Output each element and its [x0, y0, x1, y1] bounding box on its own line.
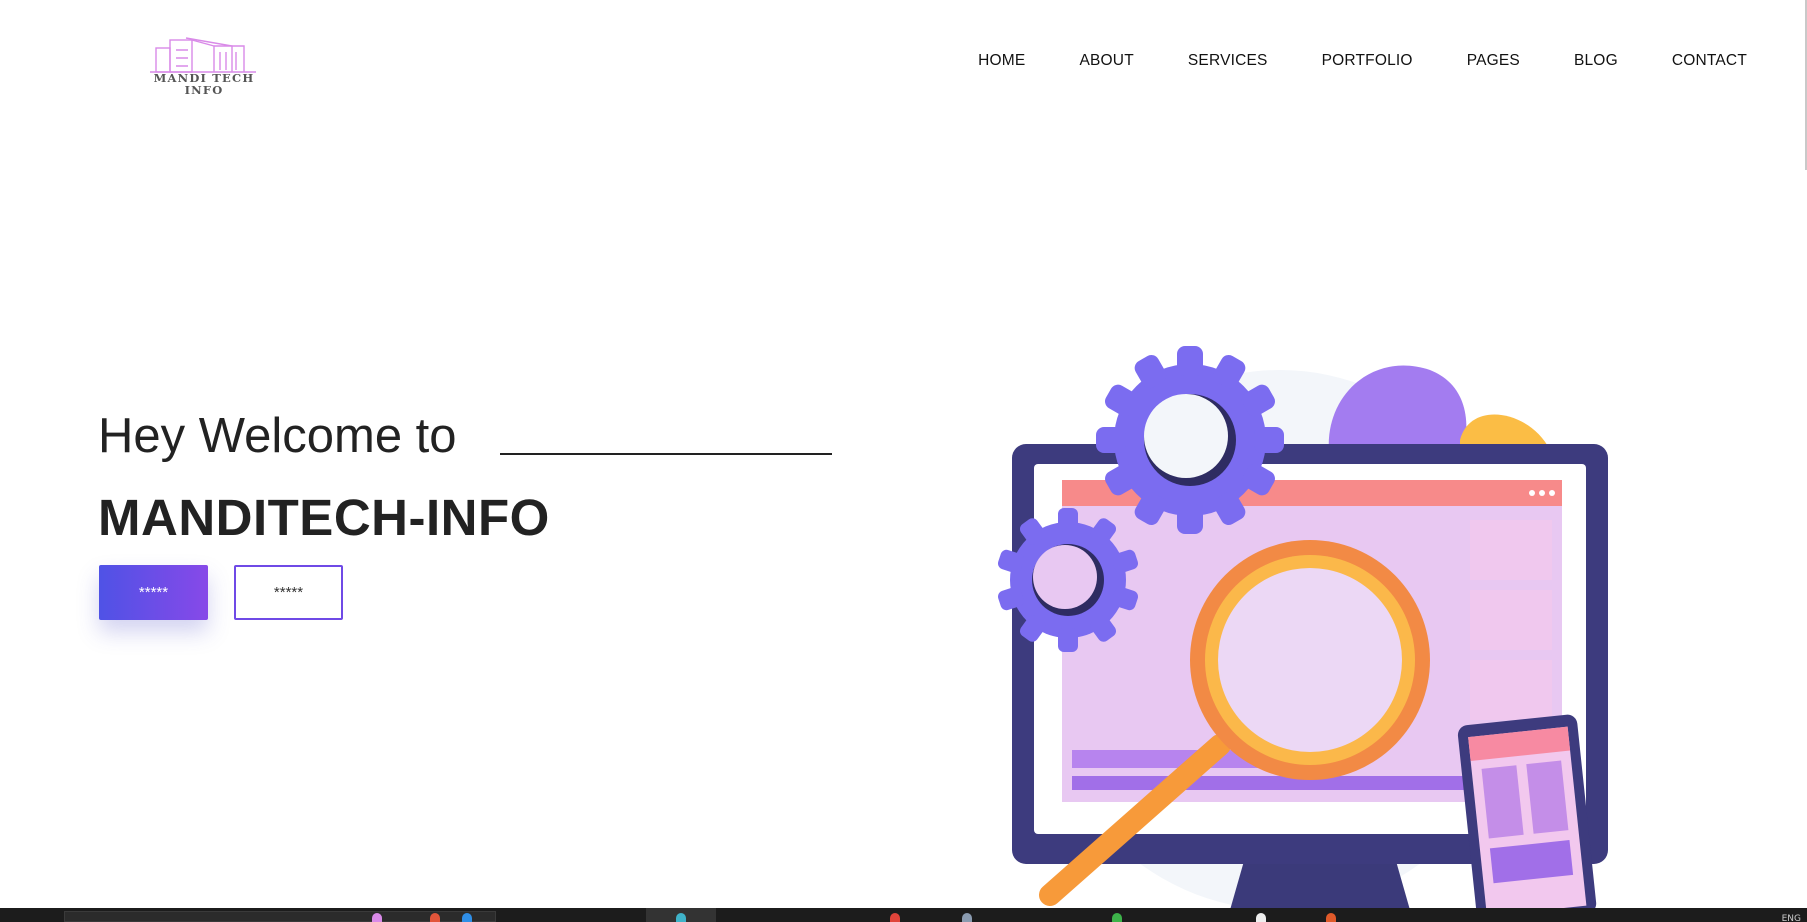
taskbar-app-icon[interactable]	[962, 913, 972, 922]
os-taskbar: ENG	[0, 908, 1807, 922]
seo-analysis-illustration	[990, 340, 1620, 922]
hero-heading-line1: Hey Welcome to	[98, 409, 457, 463]
taskbar-language[interactable]: ENG	[1782, 914, 1801, 922]
taskbar-app-icon[interactable]	[1326, 913, 1336, 922]
nav-pages[interactable]: PAGES	[1467, 52, 1520, 70]
nav-services[interactable]: SERVICES	[1188, 52, 1268, 70]
main-navigation: HOME ABOUT SERVICES PORTFOLIO PAGES BLOG…	[978, 52, 1747, 70]
nav-home[interactable]: HOME	[978, 52, 1025, 70]
taskbar-app-icon[interactable]	[430, 913, 440, 922]
logo-text: MANDI TECH INFO	[153, 71, 255, 97]
taskbar-app-icon[interactable]	[1256, 913, 1266, 922]
primary-cta-button[interactable]: *****	[99, 565, 208, 620]
taskbar-app-icon[interactable]	[372, 913, 382, 922]
taskbar-app-icon[interactable]	[676, 913, 686, 922]
nav-about[interactable]: ABOUT	[1079, 52, 1133, 70]
phone-icon	[1457, 714, 1597, 922]
hero-heading-line2: MANDITECH-INFO	[98, 489, 550, 546]
taskbar-app-icon[interactable]	[462, 913, 472, 922]
brand-logo[interactable]: MANDI TECH INFO	[136, 34, 272, 98]
secondary-cta-button[interactable]: *****	[234, 565, 343, 620]
building-logo-icon	[150, 37, 256, 73]
nav-portfolio[interactable]: PORTFOLIO	[1322, 52, 1413, 70]
hero-underline	[500, 453, 832, 455]
nav-blog[interactable]: BLOG	[1574, 52, 1618, 70]
nav-contact[interactable]: CONTACT	[1672, 52, 1747, 70]
taskbar-app-icon[interactable]	[1112, 913, 1122, 922]
taskbar-app-icon[interactable]	[890, 913, 900, 922]
